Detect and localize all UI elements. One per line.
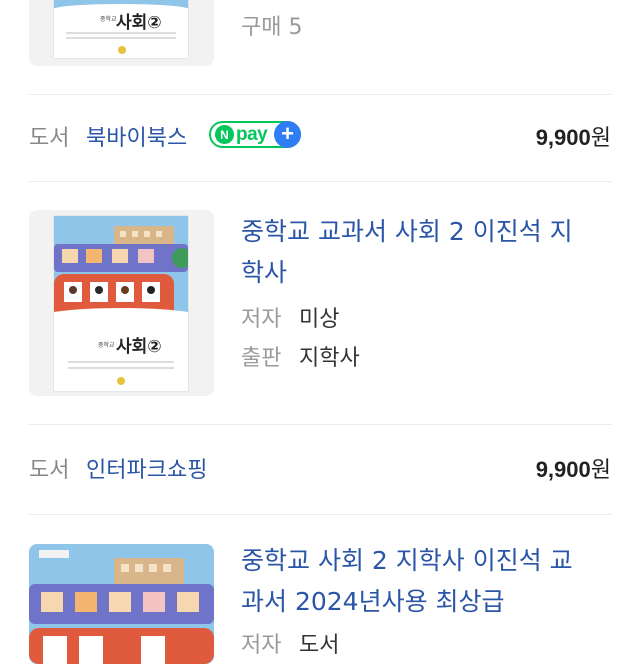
cover-title: 사회②: [116, 13, 162, 33]
product-thumbnail[interactable]: [29, 544, 214, 664]
book-cover: 중학교 사회②: [31, 216, 211, 391]
product-thumbnail[interactable]: 중학교 사회②: [29, 0, 214, 66]
cover-title: 사회②: [116, 337, 162, 357]
divider: [29, 94, 612, 95]
divider: [29, 181, 612, 182]
author-value: 미상: [299, 307, 340, 332]
book-cover: 중학교 사회②: [54, 0, 188, 58]
purchase-count: 구매 5: [241, 15, 303, 40]
divider: [29, 424, 612, 425]
seller-name-link[interactable]: 인터파크쇼핑: [86, 452, 207, 484]
seller-name-link[interactable]: 북바이북스: [86, 120, 187, 152]
seller-category: 도서: [29, 458, 70, 483]
author-value: 도서: [299, 633, 340, 658]
npay-text: pay: [236, 123, 268, 145]
author-label: 저자: [241, 633, 282, 658]
npay-n-icon: N: [215, 125, 234, 144]
cover-illustration: [29, 544, 214, 664]
seller-category: 도서: [29, 126, 70, 151]
plus-icon: +: [274, 121, 301, 148]
publisher-label: 출판: [241, 346, 282, 371]
book-cover: [29, 544, 214, 664]
publisher-value: 지학사: [299, 346, 360, 371]
product-title-link[interactable]: 중학교 교과서 사회 2 이진석 지 학사: [241, 211, 621, 293]
price: 9,900원: [535, 457, 611, 482]
product-thumbnail[interactable]: 중학교 사회②: [29, 210, 214, 396]
author-label: 저자: [241, 307, 282, 332]
npay-plus-badge: N pay +: [209, 121, 301, 148]
product-title-link[interactable]: 중학교 사회 2 지학사 이진석 교 과서 2024년사용 최상급: [241, 540, 621, 622]
cover-school: 중학교: [98, 342, 115, 349]
divider: [29, 514, 612, 515]
cover-illustration: [31, 216, 211, 391]
price: 9,900원: [535, 125, 611, 150]
